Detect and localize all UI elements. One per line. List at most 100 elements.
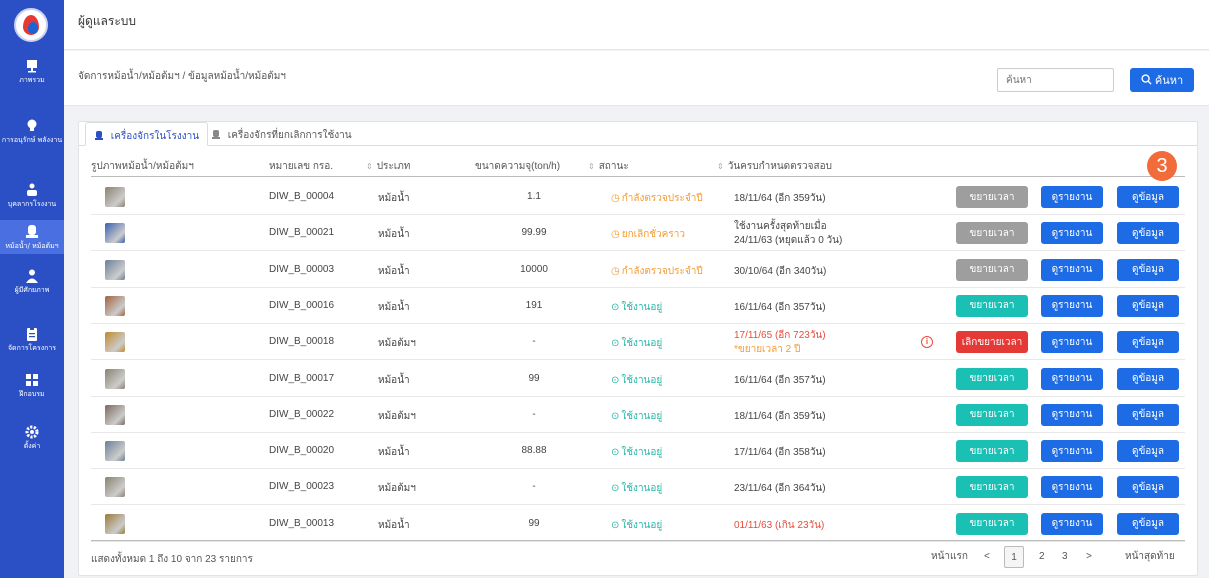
user-title: ผู้ดูแลระบบ xyxy=(78,14,137,28)
reg-number: DIW_B_00018 xyxy=(269,336,335,348)
sidebar-item-label: จัดการโครงการ xyxy=(7,344,57,352)
extend-button[interactable]: ขยายเวลา xyxy=(956,258,1028,281)
due-date: 23/11/64 (อีก 364วัน) xyxy=(734,483,826,495)
tab-active-machines[interactable]: เครื่องจักรในโรงงาน xyxy=(85,122,209,146)
sidebar-item-2[interactable]: การอนุรักษ์ พลังงาน xyxy=(0,118,64,144)
view-info-button[interactable]: ดูข้อมูล xyxy=(1117,222,1179,245)
view-report-button[interactable]: ดูรายงาน xyxy=(1041,222,1103,245)
view-info-button[interactable]: ดูข้อมูล xyxy=(1117,367,1179,390)
extend-button[interactable]: ขยายเวลา xyxy=(956,403,1028,426)
view-info-button[interactable]: ดูข้อมูล xyxy=(1117,440,1179,463)
tab-cancelled-machines[interactable]: เครื่องจักรที่ยกเลิกการใช้งาน xyxy=(203,122,360,146)
last-page-link[interactable]: หน้าสุดท้าย xyxy=(1125,546,1175,568)
search-input[interactable] xyxy=(997,68,1114,92)
machine-type: หม้อน้ำ xyxy=(378,193,410,204)
table-row: DIW_B_00023 หม้อต้มฯ - ⊙ ใช้งานอยู่ 23/11/64 … xyxy=(91,469,1185,506)
sidebar-item-4[interactable]: หม้อน้ำ/ หม้อต้มฯ xyxy=(0,220,64,254)
extend-button[interactable]: ขยายเวลา xyxy=(956,294,1028,317)
view-info-button[interactable]: ดูข้อมูล xyxy=(1117,331,1179,354)
table-row: DIW_B_00018 หม้อต้มฯ - ⊙ ใช้งานอยู่ 17/11/65 … xyxy=(91,324,1185,361)
view-report-button[interactable]: ดูรายงาน xyxy=(1041,403,1103,426)
view-info-button[interactable]: ดูข้อมูล xyxy=(1117,258,1179,281)
view-report-button[interactable]: ดูรายงาน xyxy=(1041,367,1103,390)
sidebar-item-6[interactable]: จัดการโครงการ xyxy=(0,326,64,352)
cancel-extend-button[interactable]: เลิกขยายเวลา xyxy=(956,331,1028,354)
page-3-button[interactable]: 3 xyxy=(1062,546,1068,568)
column-header-label: วันครบกำหนดตรวจสอบ xyxy=(727,161,832,172)
prev-page-button[interactable]: < xyxy=(984,546,990,568)
page-1-button[interactable]: 1 xyxy=(1004,546,1024,568)
first-page-link[interactable]: หน้าแรก xyxy=(931,546,968,568)
table-row: DIW_B_00016 หม้อน้ำ 191 ⊙ ใช้งานอยู่ 16/11/64… xyxy=(91,288,1185,324)
capacity-value: 99 xyxy=(528,372,540,384)
column-header-due[interactable]: ⇕ วันครบกำหนดตรวจสอบ xyxy=(717,159,832,174)
sidebar-item-3[interactable]: บุคลากรโรงงาน xyxy=(0,182,64,208)
view-info-button[interactable]: ดูข้อมูล xyxy=(1117,512,1179,535)
tab-label: เครื่องจักรที่ยกเลิกการใช้งาน xyxy=(227,130,352,141)
view-report-button[interactable]: ดูรายงาน xyxy=(1041,512,1103,535)
reg-number: DIW_B_00003 xyxy=(269,263,335,275)
extend-button[interactable]: ขยายเวลา xyxy=(956,222,1028,245)
status-label: ใช้งานอยู่ xyxy=(621,519,663,531)
view-report-button[interactable]: ดูรายงาน xyxy=(1041,186,1103,208)
view-report-button[interactable]: ดูรายงาน xyxy=(1041,331,1103,354)
column-header-image[interactable]: รูปภาพหม้อน้ำ/หม้อต้มฯ xyxy=(91,159,194,174)
machine-thumbnail xyxy=(105,368,125,389)
view-info-button[interactable]: ดูข้อมูล xyxy=(1117,403,1179,426)
column-header-capacity[interactable]: ขนาดความจุ(ton/h) xyxy=(475,159,560,174)
extend-button[interactable]: ขยายเวลา xyxy=(956,476,1028,499)
column-header-label: สถานะ xyxy=(598,161,629,172)
due-date-detail: 24/11/63 (หยุดแล้ว 0 วัน) xyxy=(734,235,843,247)
column-header-type[interactable]: ⇕ ประเภท xyxy=(366,159,410,174)
due-date-detail: *ขยายเวลา 2 ปี xyxy=(734,344,801,356)
status-label: ใช้งานอยู่ xyxy=(621,374,663,386)
status-label: กำลังตรวจประจำปี xyxy=(621,265,703,277)
clock-icon: ◷ xyxy=(611,229,620,241)
sidebar-item-5[interactable]: ผู้มีศักยภาพ xyxy=(0,268,64,294)
view-report-button[interactable]: ดูรายงาน xyxy=(1041,294,1103,317)
logo[interactable] xyxy=(14,8,48,42)
person-icon xyxy=(24,268,40,284)
status-badge: ◷ กำลังตรวจประจำปี xyxy=(611,191,703,206)
status-badge: ◷ กำลังตรวจประจำปี xyxy=(611,264,703,279)
due-date: 16/11/64 (อีก 357วัน) xyxy=(734,301,826,313)
table-row: DIW_B_00013 หม้อน้ำ 99 ⊙ ใช้งานอยู่ 01/11/63 … xyxy=(91,506,1185,542)
machine-type: หม้อน้ำ xyxy=(378,229,410,241)
status-label: ยกเลิกชั่วคราว xyxy=(621,229,685,241)
sort-icon: ⇕ xyxy=(366,162,373,171)
view-info-button[interactable]: ดูข้อมูล xyxy=(1117,476,1179,499)
extend-button[interactable]: ขยายเวลา xyxy=(956,367,1028,390)
view-report-button[interactable]: ดูรายงาน xyxy=(1041,258,1103,281)
reg-number: DIW_B_00013 xyxy=(269,517,335,529)
extend-button[interactable]: ขยายเวลา xyxy=(956,440,1028,463)
reg-number: DIW_B_00016 xyxy=(269,299,335,311)
view-info-button[interactable]: ดูข้อมูล xyxy=(1117,186,1179,208)
next-page-button[interactable]: > xyxy=(1086,546,1092,568)
alert-icon[interactable]: i xyxy=(921,336,933,349)
due-date: 30/10/64 (อีก 340วัน) xyxy=(734,265,827,277)
table-row: DIW_B_00021 หม้อน้ำ 99.99 ◷ ยกเลิกชั่วคราว ใช… xyxy=(91,215,1185,252)
view-info-button[interactable]: ดูข้อมูล xyxy=(1117,294,1179,317)
machine-thumbnail xyxy=(105,441,125,462)
page-2-button[interactable]: 2 xyxy=(1039,546,1045,568)
sidebar-item-7[interactable]: ฝึกอบรม xyxy=(0,372,64,398)
sidebar-item-label: การอนุรักษ์ พลังงาน xyxy=(1,136,63,144)
boiler-tab-icon xyxy=(95,131,103,140)
column-header-status[interactable]: ⇕ สถานะ xyxy=(588,159,629,174)
search-button[interactable]: ค้นหา xyxy=(1130,68,1194,92)
capacity-value: - xyxy=(532,336,536,348)
due-date: 18/11/64 (อีก 359วัน) xyxy=(734,410,826,422)
extend-button[interactable]: ขยายเวลา xyxy=(956,512,1028,535)
column-header-reg[interactable]: หมายเลข กรอ. xyxy=(269,159,333,174)
view-report-button[interactable]: ดูรายงาน xyxy=(1041,440,1103,463)
machine-thumbnail xyxy=(105,259,125,280)
sidebar-item-8[interactable]: ตั้งค่า xyxy=(0,424,64,450)
view-report-button[interactable]: ดูรายงาน xyxy=(1041,476,1103,499)
extend-button[interactable]: ขยายเวลา xyxy=(956,186,1028,208)
sort-icon: ⇕ xyxy=(717,162,724,171)
step-callout-badge: 3 xyxy=(1147,151,1177,181)
capacity-value: 191 xyxy=(525,299,543,311)
sidebar-item-1[interactable]: ภาพรวม xyxy=(0,58,64,84)
due-date: ใช้งานครั้งสุดท้ายเมื่อ xyxy=(734,221,827,233)
sidebar: ภาพรวมการอนุรักษ์ พลังงานบุคลากรโรงงานหม… xyxy=(0,0,64,578)
